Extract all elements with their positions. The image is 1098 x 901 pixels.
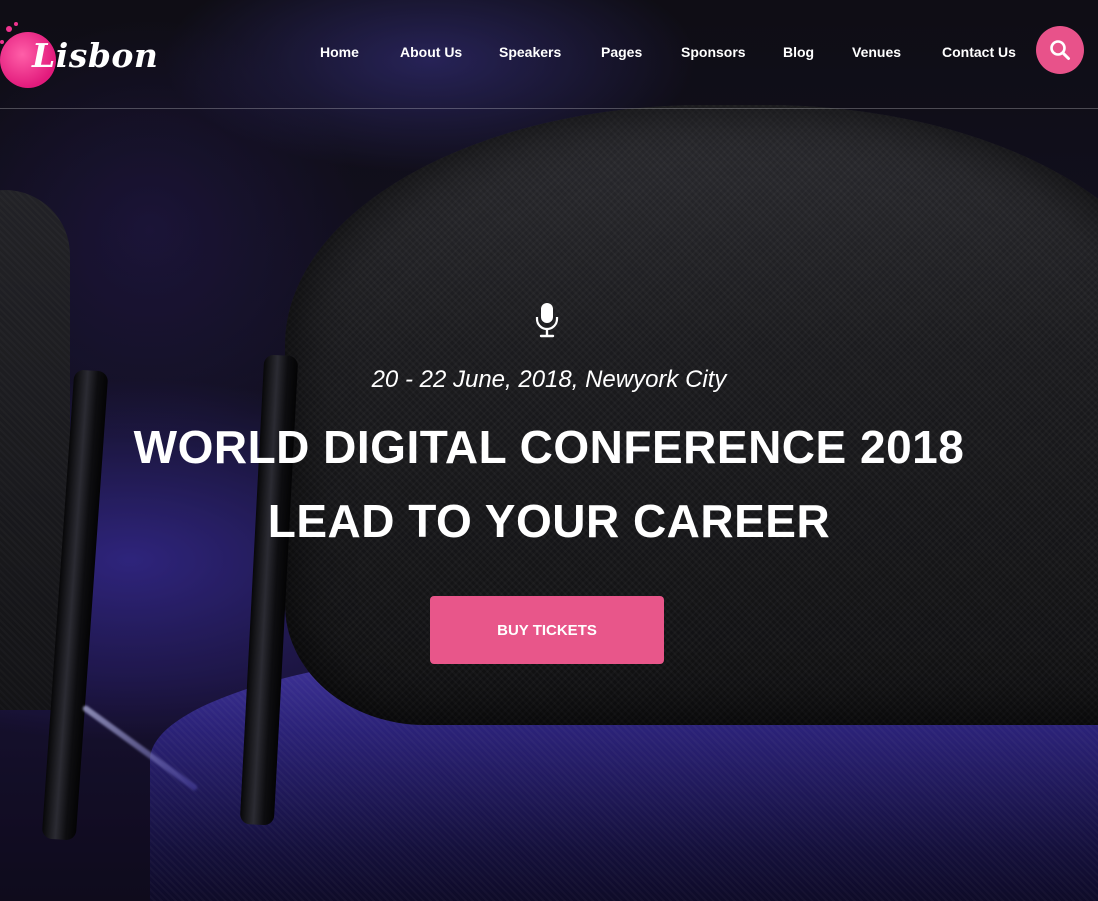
event-date-location: 20 - 22 June, 2018, Newyork City [371,366,727,393]
nav-item-speakers[interactable]: Speakers [499,44,561,60]
logo-splash-dot [14,22,18,26]
site-header: Lisbon Home About Us Speakers Pages Spon… [0,0,1098,109]
hero-subtitle: LEAD TO YOUR CAREER [267,495,831,547]
nav-item-sponsors[interactable]: Sponsors [681,44,746,60]
buy-tickets-button[interactable]: BUY TICKETS [430,596,664,664]
logo-text: Lisbon [32,36,159,75]
nav-item-pages[interactable]: Pages [601,44,642,60]
nav-item-contact-us[interactable]: Contact Us [942,44,1016,60]
nav-item-blog[interactable]: Blog [783,44,814,60]
logo-splash-dot [0,40,4,44]
hero-title: WORLD DIGITAL CONFERENCE 2018 [133,421,965,473]
nav-item-venues[interactable]: Venues [852,44,901,60]
nav-item-home[interactable]: Home [320,44,359,60]
site-logo[interactable]: Lisbon [0,22,160,92]
search-button[interactable] [1036,26,1084,74]
search-icon [1050,40,1070,60]
microphone-icon [535,303,559,338]
hero-section: Lisbon Home About Us Speakers Pages Spon… [0,0,1098,901]
logo-splash-dot [6,26,12,32]
nav-item-about-us[interactable]: About Us [400,44,462,60]
